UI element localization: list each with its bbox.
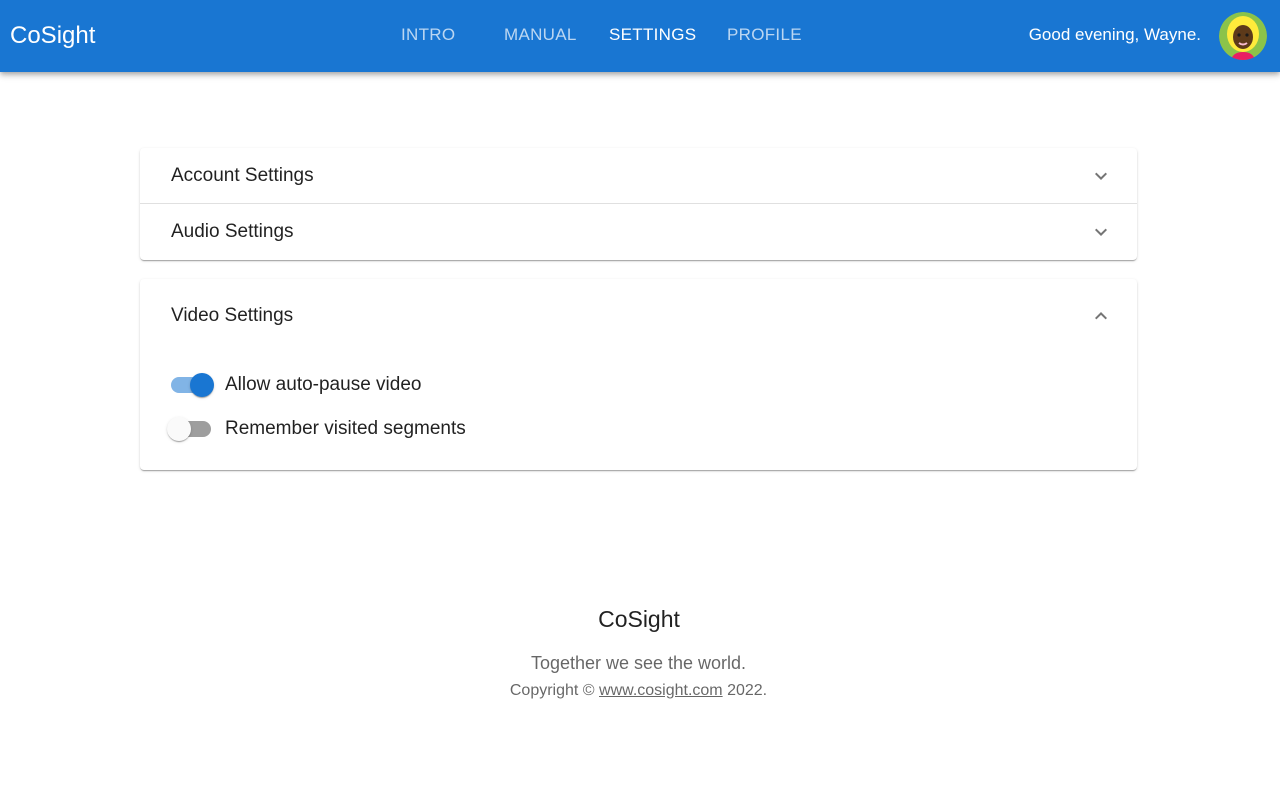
chevron-up-icon [1095,312,1107,320]
remember-segments-option[interactable]: Remember visited segments [167,412,568,446]
switch-thumb [167,417,191,441]
copyright-prefix: Copyright © [509,682,595,699]
account-settings-header[interactable]: Account Settings [140,148,1137,204]
tab-intro[interactable]: INTRO [401,0,455,70]
video-settings-header[interactable]: Video Settings [140,288,1137,344]
footer-tagline: Together we see the world. [530,653,747,673]
video-settings-panel: Video Settings Allow auto-pause video Re… [140,279,1137,470]
switch-thumb [190,373,214,397]
settings-panel-group: Account Settings Audio Settings [140,148,1137,260]
chevron-down-icon [1095,172,1107,180]
remember-segments-toggle[interactable] [167,412,218,446]
app-bar: CoSight INTRO MANUAL SETTINGS PROFILE Go… [0,0,1280,72]
video-settings-title: Video Settings [171,305,294,326]
auto-pause-toggle[interactable] [168,368,218,402]
user-avatar-icon[interactable] [1219,12,1267,60]
tab-settings[interactable]: SETTINGS [609,0,696,70]
tab-profile[interactable]: PROFILE [727,0,802,70]
audio-settings-title: Audio Settings [171,221,294,242]
copyright-suffix: 2022. [727,682,768,699]
chevron-down-icon [1095,228,1107,236]
account-settings-title: Account Settings [171,165,314,186]
tab-manual[interactable]: MANUAL [504,0,577,70]
footer-copyright: Copyright © www.cosight.com 2022. [0,682,1277,700]
auto-pause-label: Allow auto-pause video [225,374,422,395]
auto-pause-option[interactable]: Allow auto-pause video [168,368,568,402]
greeting-text: Good evening, Wayne. [1028,25,1201,44]
remember-segments-label: Remember visited segments [225,418,466,439]
audio-settings-header[interactable]: Audio Settings [140,204,1137,260]
website-link[interactable]: www.cosight.com [599,682,723,699]
footer-brand: CoSight [598,606,680,632]
